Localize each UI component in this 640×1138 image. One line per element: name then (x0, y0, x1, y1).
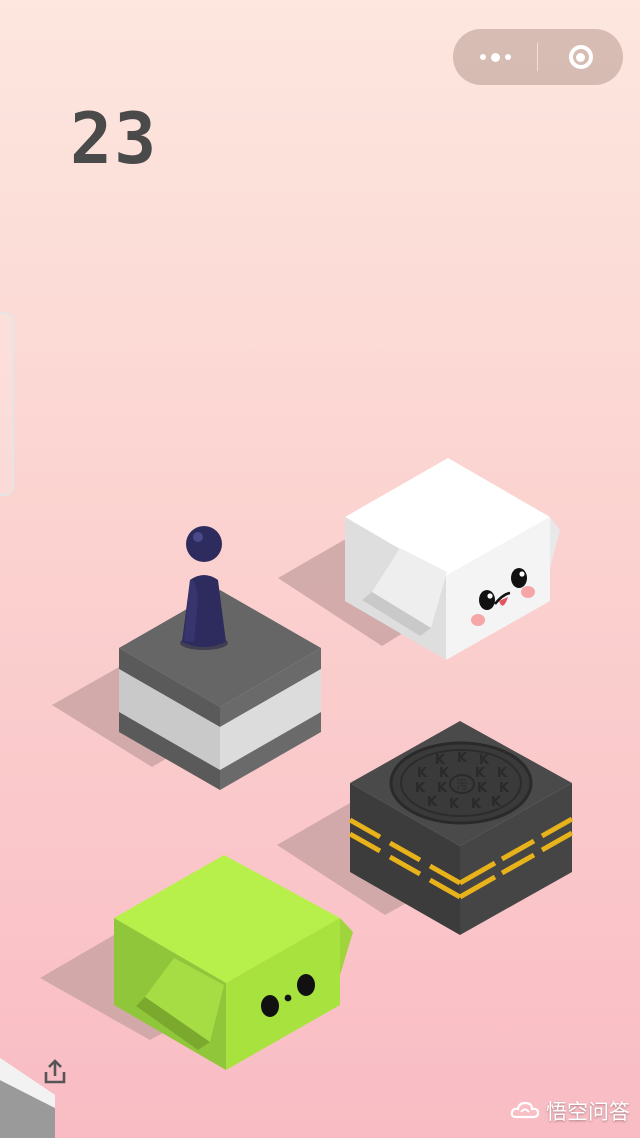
watermark-text: 悟空问答 (546, 1100, 630, 1124)
svg-text:K: K (497, 766, 508, 781)
player-head (186, 526, 222, 562)
more-button[interactable] (453, 29, 537, 85)
cloud-logo-icon (510, 1101, 540, 1119)
svg-text:K: K (471, 797, 482, 812)
svg-text:K: K (457, 751, 468, 766)
svg-text:K: K (415, 781, 426, 796)
target-circle-icon (568, 45, 593, 69)
white-cube-left-eye (479, 590, 495, 610)
manhole-symbol: 污 (456, 778, 468, 792)
share-icon (44, 1059, 66, 1084)
svg-text:K: K (417, 766, 428, 781)
white-cube-left-blush (471, 614, 485, 626)
svg-text:K: K (439, 766, 450, 781)
close-button[interactable] (538, 29, 623, 85)
green-cube-right-eye (297, 974, 315, 996)
score-display: 23 (70, 98, 159, 180)
svg-text:K: K (475, 766, 486, 781)
side-drawer-handle[interactable] (0, 312, 14, 496)
svg-text:K: K (499, 781, 510, 796)
manhole-cover: K K K K K K K K K K K K K K K 污 (389, 741, 533, 825)
player-piece (180, 526, 228, 650)
svg-text:K: K (437, 781, 448, 796)
white-cube-right-eye (511, 568, 527, 588)
svg-text:K: K (427, 795, 438, 810)
white-cube-right-blush (521, 586, 535, 598)
green-cube-left-eye (261, 995, 279, 1017)
watermark: 悟空问答 (510, 1096, 630, 1126)
svg-text:K: K (477, 781, 488, 796)
mini-program-capsule (453, 29, 623, 85)
more-dots-icon (479, 52, 511, 62)
share-button[interactable] (38, 1055, 72, 1089)
svg-text:K: K (449, 797, 460, 812)
svg-text:K: K (491, 795, 502, 810)
